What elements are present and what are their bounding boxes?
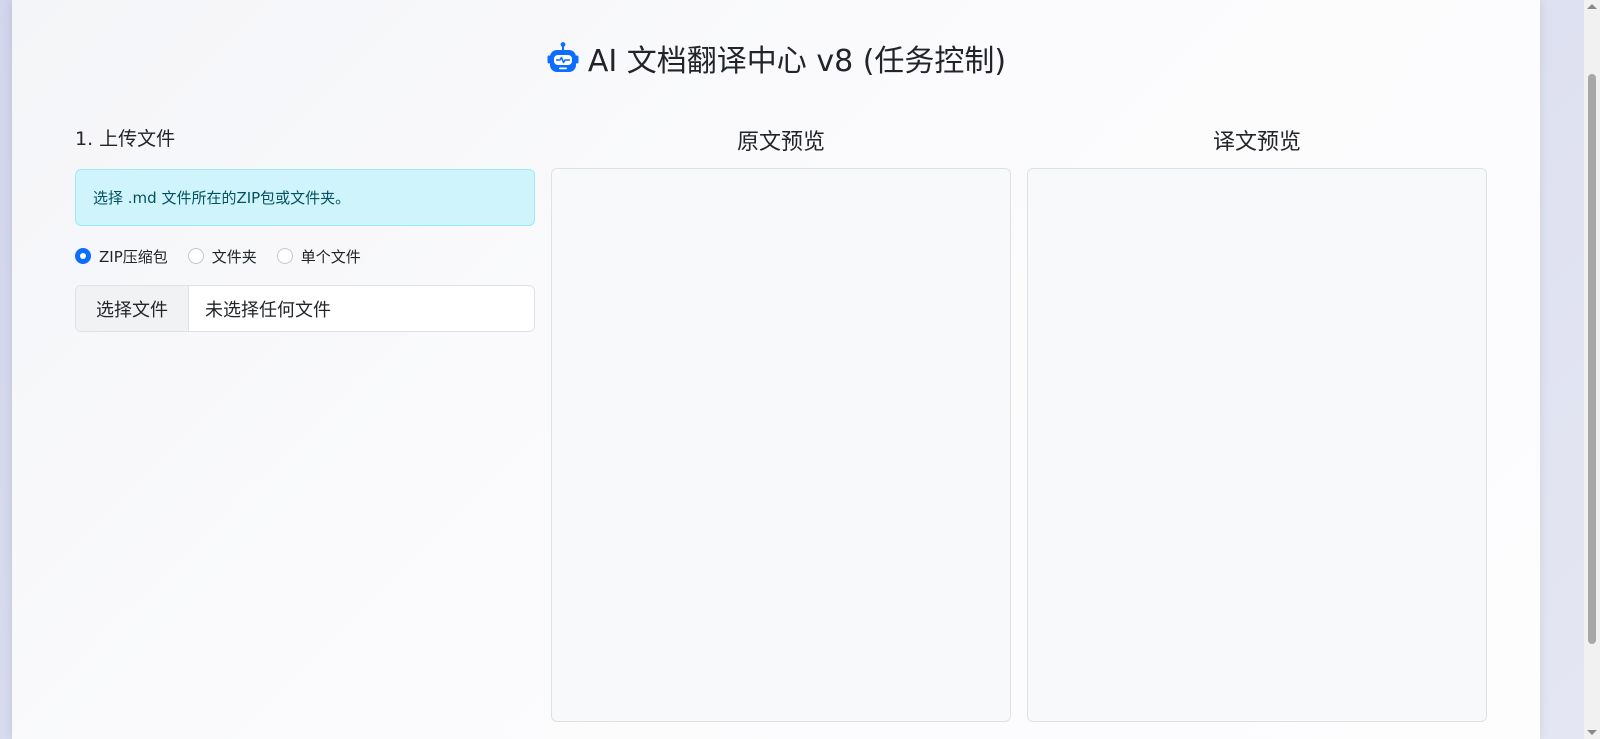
scroll-down-arrow-icon[interactable]	[1587, 730, 1597, 735]
source-preview-panel[interactable]	[551, 168, 1011, 722]
translation-preview-panel[interactable]	[1027, 168, 1487, 722]
robot-icon	[547, 42, 579, 72]
radio-option-zip[interactable]: ZIP压缩包	[75, 246, 168, 267]
file-status-text: 未选择任何文件	[205, 299, 331, 321]
upload-info-text: 选择 .md 文件所在的ZIP包或文件夹。	[93, 189, 351, 207]
source-preview-heading: 原文预览	[736, 130, 825, 155]
choose-file-button[interactable]: 选择文件	[76, 286, 189, 331]
page-title: AI 文档翻译中心 v8 (任务控制)	[12, 36, 1540, 80]
scroll-up-arrow-icon[interactable]	[1587, 4, 1597, 9]
radio-single-file-input[interactable]	[276, 248, 293, 264]
page-scrollbar[interactable]	[1584, 0, 1600, 739]
scrollbar-thumb[interactable]	[1588, 74, 1596, 644]
radio-zip-input[interactable]	[75, 248, 91, 264]
radio-folder-label[interactable]: 文件夹	[212, 246, 257, 267]
radio-folder-input[interactable]	[187, 248, 204, 264]
translation-preview-heading: 译文预览	[1212, 130, 1301, 155]
page-title-text: AI 文档翻译中心 v8 (任务控制)	[587, 44, 1007, 79]
radio-single-file-label[interactable]: 单个文件	[301, 246, 361, 267]
upload-mode-radio-group: ZIP压缩包 文件夹 单个文件	[75, 244, 381, 268]
radio-option-folder[interactable]: 文件夹	[187, 246, 257, 267]
radio-option-single-file[interactable]: 单个文件	[276, 246, 361, 267]
upload-section-heading: 1. 上传文件	[75, 128, 176, 150]
file-input[interactable]: 选择文件 未选择任何文件	[75, 285, 535, 332]
main-card: AI 文档翻译中心 v8 (任务控制) 1. 上传文件 选择 .md 文件所在的…	[12, 0, 1540, 739]
radio-zip-label[interactable]: ZIP压缩包	[99, 246, 168, 267]
upload-info-alert: 选择 .md 文件所在的ZIP包或文件夹。	[75, 169, 535, 226]
